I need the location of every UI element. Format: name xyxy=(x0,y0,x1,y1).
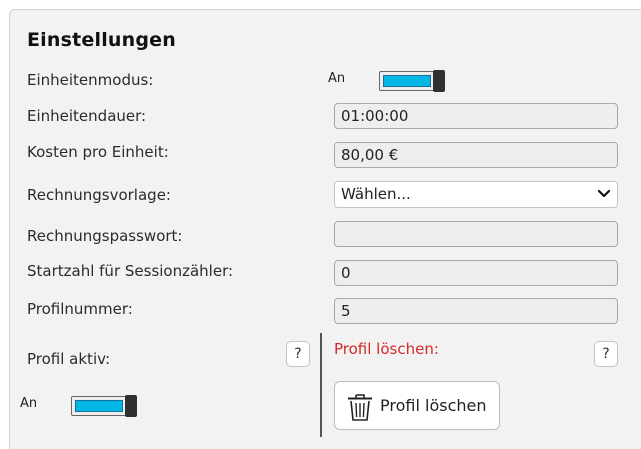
invoice-password-label: Rechnungspasswort: xyxy=(27,227,183,245)
invoice-password-input[interactable] xyxy=(334,221,618,247)
profile-number-input[interactable]: 5 xyxy=(334,298,618,324)
invoice-template-select[interactable]: Wählen... xyxy=(334,181,618,208)
profile-active-toggle[interactable] xyxy=(71,395,137,417)
cost-per-unit-input[interactable]: 80,00 € xyxy=(334,142,618,168)
session-counter-start-input[interactable]: 0 xyxy=(334,260,618,286)
unit-mode-label: Einheitenmodus: xyxy=(27,71,154,89)
unit-mode-toggle[interactable] xyxy=(379,70,445,92)
toggle-fill xyxy=(75,400,123,412)
cost-per-unit-label: Kosten pro Einheit: xyxy=(27,143,169,161)
toggle-fill xyxy=(383,75,431,87)
invoice-template-label: Rechnungsvorlage: xyxy=(27,186,171,204)
invoice-template-selected: Wählen... xyxy=(341,185,411,203)
profile-active-toggle-text: An xyxy=(20,396,38,411)
profile-active-help-button[interactable]: ? xyxy=(286,341,310,367)
profile-number-label: Profilnummer: xyxy=(27,300,133,318)
unit-mode-toggle-text: An xyxy=(328,71,346,86)
toggle-knob[interactable] xyxy=(433,70,445,92)
column-divider xyxy=(320,333,322,437)
session-counter-start-label: Startzahl für Sessionzähler: xyxy=(27,262,234,280)
chevron-down-icon xyxy=(597,185,611,208)
delete-profile-button-label: Profil löschen xyxy=(380,396,487,415)
trash-icon xyxy=(346,392,374,426)
delete-profile-button[interactable]: Profil löschen xyxy=(334,381,500,430)
profile-active-label: Profil aktiv: xyxy=(27,350,111,368)
unit-duration-label: Einheitendauer: xyxy=(27,107,147,125)
delete-profile-help-button[interactable]: ? xyxy=(594,341,618,367)
delete-profile-label: Profil löschen: xyxy=(334,340,439,358)
settings-title: Einstellungen xyxy=(27,29,176,51)
toggle-knob[interactable] xyxy=(125,395,137,417)
unit-duration-input[interactable]: 01:00:00 xyxy=(334,103,618,129)
